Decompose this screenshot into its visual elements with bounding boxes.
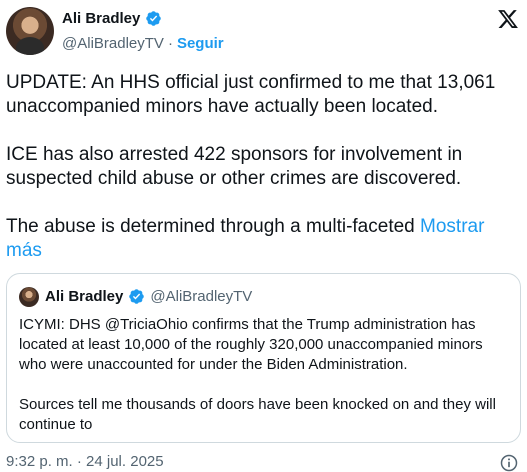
tweet-body: UPDATE: An HHS official just confirmed t…: [6, 71, 521, 263]
author-handle-row: @AliBradleyTV · Seguir: [62, 35, 224, 52]
author-avatar[interactable]: [6, 7, 54, 55]
handle-separator: ·: [167, 35, 173, 52]
follow-button[interactable]: Seguir: [177, 35, 224, 52]
quoted-paragraph: Sources tell me thousands of doors have …: [19, 396, 496, 433]
tweet-timestamp[interactable]: 9:32 p. m. · 24 jul. 2025: [6, 453, 164, 470]
quoted-author-avatar: [19, 287, 39, 307]
quoted-tweet-body: ICYMI: DHS @TriciaOhio confirms that the…: [19, 315, 509, 435]
tweet-paragraph: ICE has also arrested 422 sponsors for i…: [6, 144, 463, 189]
quoted-tweet[interactable]: Ali Bradley @AliBradleyTV ICYMI: DHS @Tr…: [6, 273, 521, 443]
tweet-paragraph: UPDATE: An HHS official just confirmed t…: [6, 72, 496, 117]
quoted-author-handle: @AliBradleyTV: [150, 288, 253, 305]
author-handle[interactable]: @AliBradleyTV: [62, 35, 164, 52]
author-name-row: Ali Bradley: [62, 10, 162, 27]
quoted-author-row: Ali Bradley @AliBradleyTV: [45, 288, 252, 305]
quoted-author-name: Ali Bradley: [45, 288, 124, 305]
verified-badge-icon: [129, 289, 145, 304]
tweet-header: Ali Bradley @AliBradleyTV · Seguir: [0, 0, 527, 64]
x-logo-icon[interactable]: [497, 8, 519, 30]
info-icon[interactable]: [499, 453, 519, 472]
tweet-paragraph-truncated: The abuse is determined through a multi-…: [6, 215, 521, 263]
verified-badge-icon: [146, 11, 162, 26]
quoted-paragraph: ICYMI: DHS @TriciaOhio confirms that the…: [19, 316, 483, 373]
tweet-paragraph-text: The abuse is determined through a multi-…: [6, 216, 415, 237]
author-name[interactable]: Ali Bradley: [62, 10, 140, 27]
